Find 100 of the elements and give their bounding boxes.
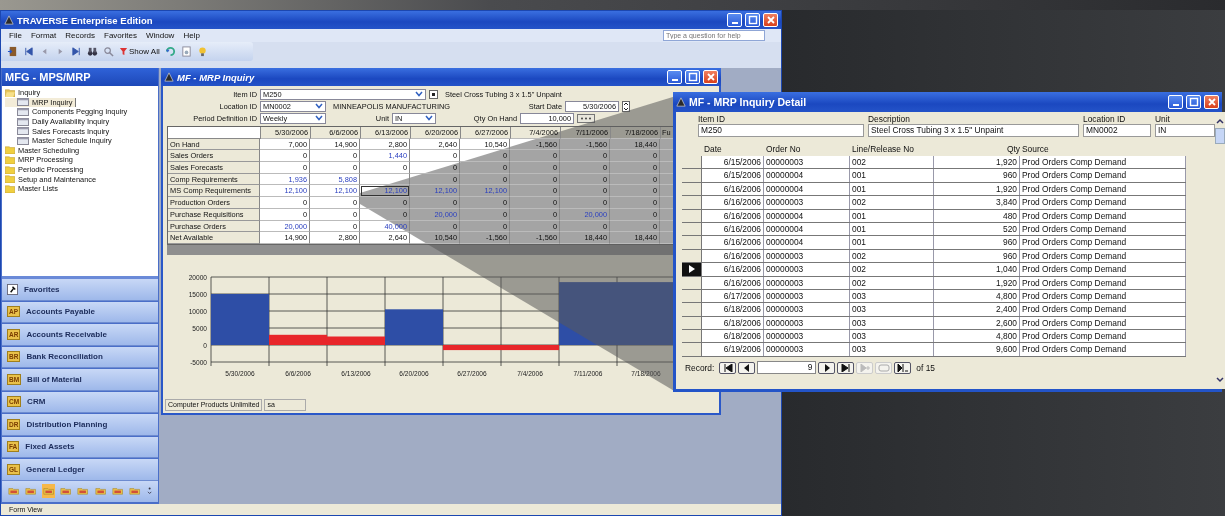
table-cell: 6/16/2006 xyxy=(702,236,764,249)
form-icon xyxy=(17,136,29,145)
next-record-button[interactable] xyxy=(818,361,836,374)
table-cell: Prod Orders Comp Demand xyxy=(1020,222,1186,236)
table-cell: Prod Orders Comp Demand xyxy=(1020,209,1186,222)
table-cell: Prod Orders Comp Demand xyxy=(1020,263,1186,276)
menu-item[interactable]: File xyxy=(9,31,22,40)
table-cell: 002 xyxy=(850,276,934,289)
form-icon xyxy=(17,117,29,126)
table-cell: Prod Orders Comp Demand xyxy=(1020,182,1186,196)
first-record-icon[interactable] xyxy=(23,46,34,57)
last-record-button[interactable] xyxy=(837,361,855,374)
input-field[interactable]: Steel Cross Tubing 3 x 1.5" Unpaint xyxy=(868,124,1079,137)
input-field[interactable]: MN0002 xyxy=(1083,124,1151,137)
table-cell: Prod Orders Comp Demand xyxy=(1020,316,1186,330)
record-number-field[interactable]: 9 xyxy=(757,361,817,375)
table-cell: 00000004 xyxy=(764,182,850,196)
minimize-button[interactable] xyxy=(727,13,742,27)
table-cell: 6/16/2006 xyxy=(702,196,764,209)
table-cell: Prod Orders Comp Demand xyxy=(1020,276,1186,289)
scroll-thumb[interactable] xyxy=(1215,128,1225,144)
jump-last-button[interactable] xyxy=(894,361,912,374)
table-cell: 00000003 xyxy=(764,263,850,276)
table-cell: Prod Orders Comp Demand xyxy=(1020,289,1186,303)
last-record-icon[interactable] xyxy=(71,46,82,57)
menu-item[interactable]: Help xyxy=(183,31,200,40)
table-cell: 1,920 xyxy=(934,182,1020,196)
search-icon[interactable] xyxy=(103,46,114,57)
table-cell: 002 xyxy=(850,263,934,276)
maximize-button[interactable] xyxy=(685,70,700,84)
table-cell: 001 xyxy=(850,182,934,196)
minimize-button[interactable] xyxy=(1168,95,1183,109)
window-title: TRAVERSE Enterprise Edition xyxy=(17,14,153,26)
table-cell: Prod Orders Comp Demand xyxy=(1020,303,1186,316)
document-icon[interactable] xyxy=(180,46,192,57)
expand-icon[interactable] xyxy=(429,89,438,99)
table-cell: 002 xyxy=(850,196,934,209)
spinner-icon[interactable] xyxy=(622,100,630,112)
table-cell: Prod Orders Comp Demand xyxy=(1020,196,1186,209)
close-button[interactable] xyxy=(703,70,718,84)
current-row-arrow-icon xyxy=(688,265,695,274)
column-header: Date xyxy=(703,143,723,156)
maximize-button[interactable] xyxy=(745,13,760,27)
menu-item[interactable]: Format xyxy=(30,31,57,40)
show-all-button[interactable]: Show All xyxy=(119,47,160,56)
ellipsis-icon[interactable] xyxy=(577,113,595,123)
table-cell: 00000003 xyxy=(764,316,850,330)
scrollbar[interactable] xyxy=(1215,112,1225,389)
last-record-icon xyxy=(840,363,851,372)
table-cell: Prod Orders Comp Demand xyxy=(1020,169,1186,182)
module-button[interactable]: Favorites xyxy=(2,279,158,301)
minimize-button[interactable] xyxy=(667,70,682,84)
scroll-up-icon[interactable] xyxy=(1215,116,1225,126)
table-cell: 00000003 xyxy=(764,249,850,263)
table-cell: 6/18/2006 xyxy=(702,316,764,330)
jump-last-icon xyxy=(896,363,909,372)
table-cell: 00000004 xyxy=(764,209,850,222)
table-cell: 4,800 xyxy=(934,289,1020,303)
table-cell: Prod Orders Comp Demand xyxy=(1020,236,1186,249)
previous-record-button[interactable] xyxy=(738,361,756,374)
table-cell[interactable] xyxy=(360,173,410,186)
column-header: Order No xyxy=(765,143,802,156)
table-cell: 2,600 xyxy=(934,316,1020,330)
lightbulb-icon[interactable] xyxy=(196,46,208,57)
row-selector[interactable] xyxy=(682,263,702,276)
table-cell: 960 xyxy=(934,169,1020,182)
input-field[interactable]: IN xyxy=(1155,124,1215,137)
maximize-button[interactable] xyxy=(1186,95,1201,109)
table-cell: 002 xyxy=(850,156,934,169)
table-cell: 001 xyxy=(850,209,934,222)
table-cell: 520 xyxy=(934,222,1020,236)
record-count: of 15 xyxy=(916,362,935,373)
record-label: Record: xyxy=(685,362,715,373)
minimize-icon xyxy=(671,79,678,81)
logo-icon xyxy=(676,97,686,107)
logo-icon xyxy=(164,72,174,82)
field-label: Unit xyxy=(1155,114,1171,124)
refresh-icon[interactable] xyxy=(164,46,176,57)
exit-door-icon[interactable] xyxy=(7,46,18,57)
folder-icon xyxy=(5,88,15,97)
menu-item[interactable]: Favorites xyxy=(104,31,137,40)
scroll-down-icon[interactable] xyxy=(1215,375,1225,385)
form-icon xyxy=(17,127,29,136)
table-cell: Prod Orders Comp Demand xyxy=(1020,343,1186,356)
window-title: MF - MRP Inquiry xyxy=(177,71,255,83)
menu-item[interactable]: Window xyxy=(145,31,175,40)
table-cell: 6/16/2006 xyxy=(702,263,764,276)
first-record-button[interactable] xyxy=(719,361,737,374)
maximize-icon xyxy=(747,15,758,25)
binoculars-icon[interactable] xyxy=(87,46,98,57)
close-button[interactable] xyxy=(1204,95,1219,109)
folder-icon[interactable] xyxy=(41,484,56,498)
table-cell: 00000003 xyxy=(764,276,850,289)
close-button[interactable] xyxy=(763,13,778,27)
table-cell: 003 xyxy=(850,303,934,316)
table-cell: 00000004 xyxy=(764,222,850,236)
column-header: Source xyxy=(1021,143,1050,156)
input-field[interactable]: M250 xyxy=(698,124,864,137)
minimize-icon xyxy=(731,22,738,24)
menu-item[interactable]: Records xyxy=(65,31,96,40)
